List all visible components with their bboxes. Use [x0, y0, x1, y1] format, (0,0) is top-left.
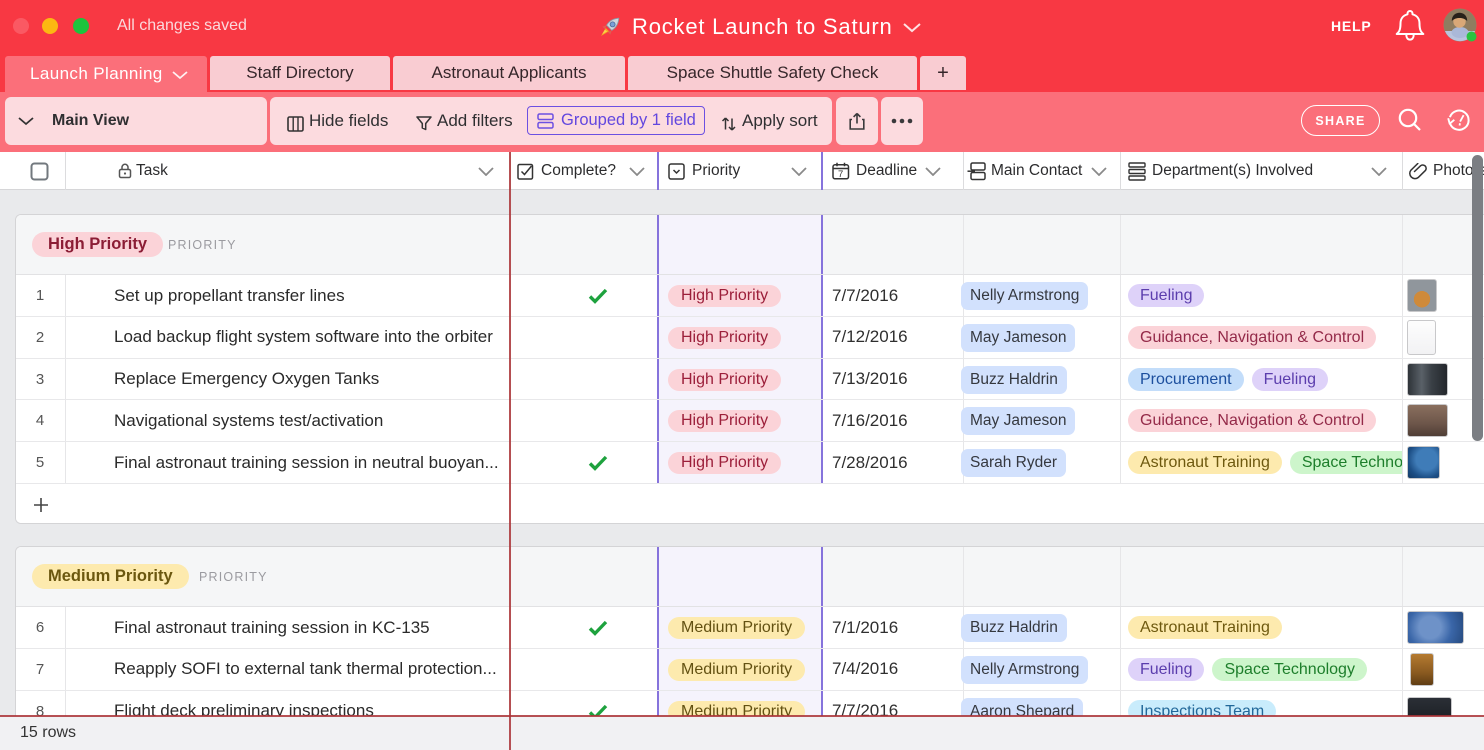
svg-text:7: 7 [838, 169, 843, 180]
